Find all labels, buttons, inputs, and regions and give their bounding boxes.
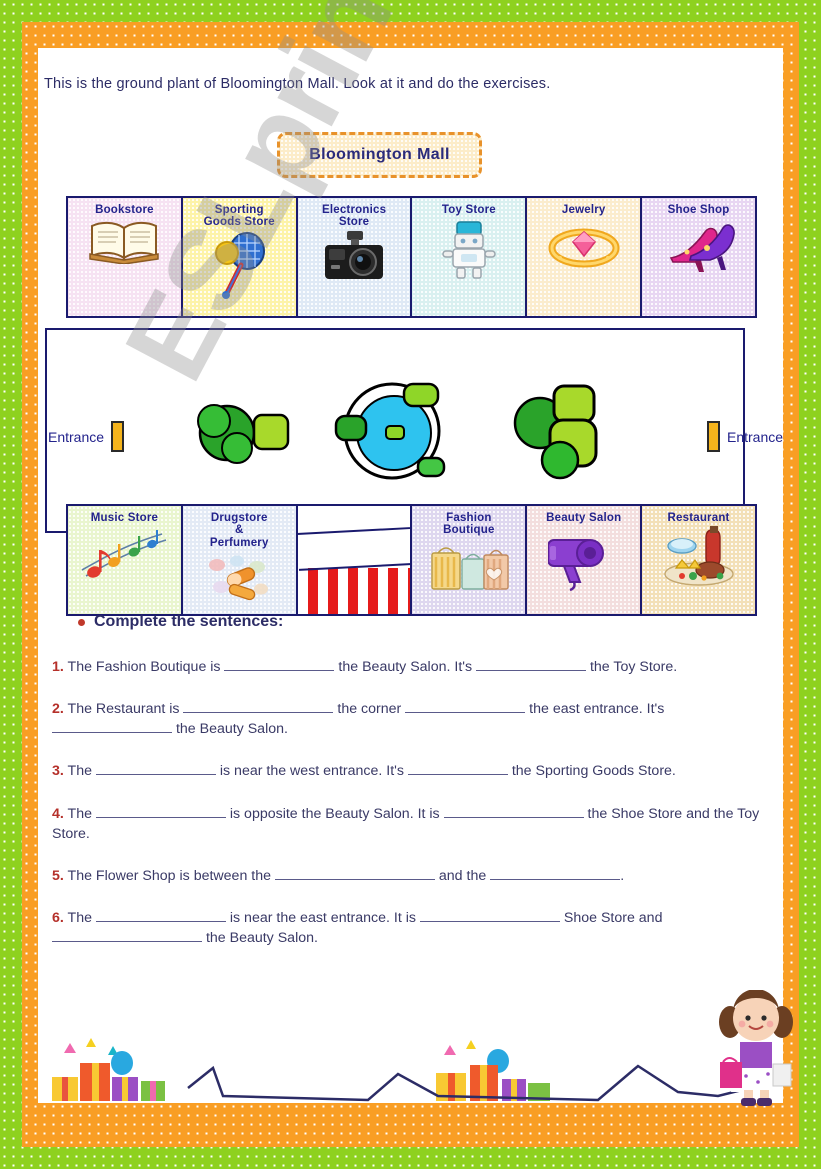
store-label: Drugstore & Perfumery (209, 512, 269, 549)
answer-blank[interactable] (183, 699, 334, 714)
gift-boxes-center-icon (436, 1040, 550, 1101)
exercise-item: 6. The is near the east entrance. It is … (52, 908, 663, 947)
store-cell-beauty-salon[interactable]: Beauty Salon (527, 506, 643, 614)
answer-blank[interactable] (95, 761, 216, 776)
answer-blank[interactable] (95, 804, 226, 818)
exercise-item: 2. The Restaurant is the corner the east… (52, 699, 665, 738)
question-number: 3. (52, 763, 64, 780)
answer-blank[interactable] (405, 699, 526, 714)
question-number: 4. (52, 805, 64, 822)
mall-title-box: Bloomington Mall (277, 132, 482, 178)
store-cell-restaurant[interactable]: Restaurant (642, 506, 755, 614)
store-cell-electronics-store[interactable]: Electronics Store (297, 198, 413, 316)
store-cell-shoe-shop[interactable]: Shoe Shop (642, 198, 755, 316)
pills-icon (203, 551, 275, 608)
question-number: 5. (52, 867, 64, 884)
store-cell-jewelry[interactable]: Jewelry (527, 198, 643, 316)
store-cell-toy-store[interactable]: Toy Store (412, 198, 528, 316)
answer-blank[interactable] (95, 908, 226, 923)
entrance-east-label: Entrance (727, 428, 784, 445)
answer-blank[interactable] (274, 866, 435, 880)
answer-blank[interactable] (52, 719, 172, 734)
entrance-marker-icon (111, 421, 125, 452)
open-book-icon (88, 218, 160, 269)
store-label: Restaurant (667, 512, 730, 524)
stores-bottom-row: Music Store Drugstore & Perfumery Fashion B… (66, 504, 757, 616)
mall-title-label: Bloomington Mall (309, 146, 450, 163)
answer-blank[interactable] (443, 804, 584, 818)
camera-icon (323, 230, 385, 290)
exercise-heading: Complete the sentences: (78, 613, 783, 631)
stores-top-row: Bookstore Sporting Goods Store Electronic… (66, 196, 757, 318)
entrance-east: Entrance (707, 421, 783, 452)
worksheet-sheet: This is the ground plant of Bloomington … (38, 0, 793, 1106)
shopping-girl-icon (719, 990, 793, 1106)
exercise-item: 1. The Fashion Boutique is the Beauty Sa… (52, 657, 678, 675)
entrance-west-label: Entrance (48, 428, 105, 445)
store-label: Music Store (90, 512, 159, 524)
meal-icon (660, 526, 738, 593)
question-list: 1. The Fashion Boutique is the Beauty Sa… (38, 657, 783, 948)
store-label: Toy Store (441, 204, 496, 216)
exercise-item: 3. The is near the west entrance. It's t… (52, 761, 676, 780)
shopping-bags-icon (428, 539, 510, 600)
store-label: Bookstore (95, 204, 154, 216)
exercise-item: 5. The Flower Shop is between the and th… (52, 866, 625, 884)
store-cell-bookstore[interactable]: Bookstore (68, 198, 183, 316)
courtyard-frame (45, 328, 745, 533)
robot-toy-icon (441, 218, 497, 285)
store-label: Electronics Store (321, 204, 387, 229)
store-cell-drugstore-perfumery[interactable]: Drugstore & Perfumery (182, 506, 298, 614)
question-number: 2. (52, 701, 64, 718)
store-label: Jewelry (561, 204, 606, 216)
store-label: Sporting Goods Store (203, 204, 275, 229)
answer-blank[interactable] (419, 908, 560, 923)
store-label: Beauty Salon (546, 512, 622, 524)
intro-text: This is the ground plant of Bloomington … (44, 76, 551, 92)
entrance-marker-icon (707, 421, 720, 452)
answer-blank[interactable] (407, 761, 508, 776)
entrance-west: Entrance (48, 421, 125, 452)
store-cell-fashion-boutique[interactable]: Fashion Boutique (412, 506, 528, 614)
store-label: Shoe Shop (667, 204, 730, 216)
awning-icon (297, 568, 411, 614)
question-number: 6. (52, 910, 64, 927)
squiggle-line-icon (187, 1064, 759, 1102)
flower-shop-sign (296, 527, 412, 571)
answer-blank[interactable] (490, 866, 621, 880)
store-cell-flower-shop[interactable] (296, 506, 413, 614)
exercise-heading-label: Complete the sentences: (94, 613, 284, 630)
gift-boxes-left-icon (52, 1038, 165, 1101)
badminton-icon (207, 231, 271, 306)
store-label: Fashion Boutique (443, 512, 495, 537)
hairdryer-icon (546, 526, 620, 597)
question-number: 1. (52, 659, 64, 675)
answer-blank[interactable] (476, 657, 586, 671)
answer-blank[interactable] (52, 928, 202, 943)
exercises-section: Complete the sentences: 1. The Fashion B… (38, 613, 783, 948)
music-notes-icon (78, 526, 170, 589)
store-cell-sporting-goods-store[interactable]: Sporting Goods Store (182, 198, 298, 316)
answer-blank[interactable] (224, 657, 335, 671)
exercise-item: 4. The is opposite the Beauty Salon. It … (52, 804, 760, 842)
store-cell-music-store[interactable]: Music Store (68, 506, 183, 614)
high-heels-icon (661, 218, 737, 279)
mall-ground-plan: Bookstore Sporting Goods Store Electronic… (42, 188, 783, 618)
ring-icon (546, 218, 622, 273)
bullet-icon (78, 618, 85, 626)
